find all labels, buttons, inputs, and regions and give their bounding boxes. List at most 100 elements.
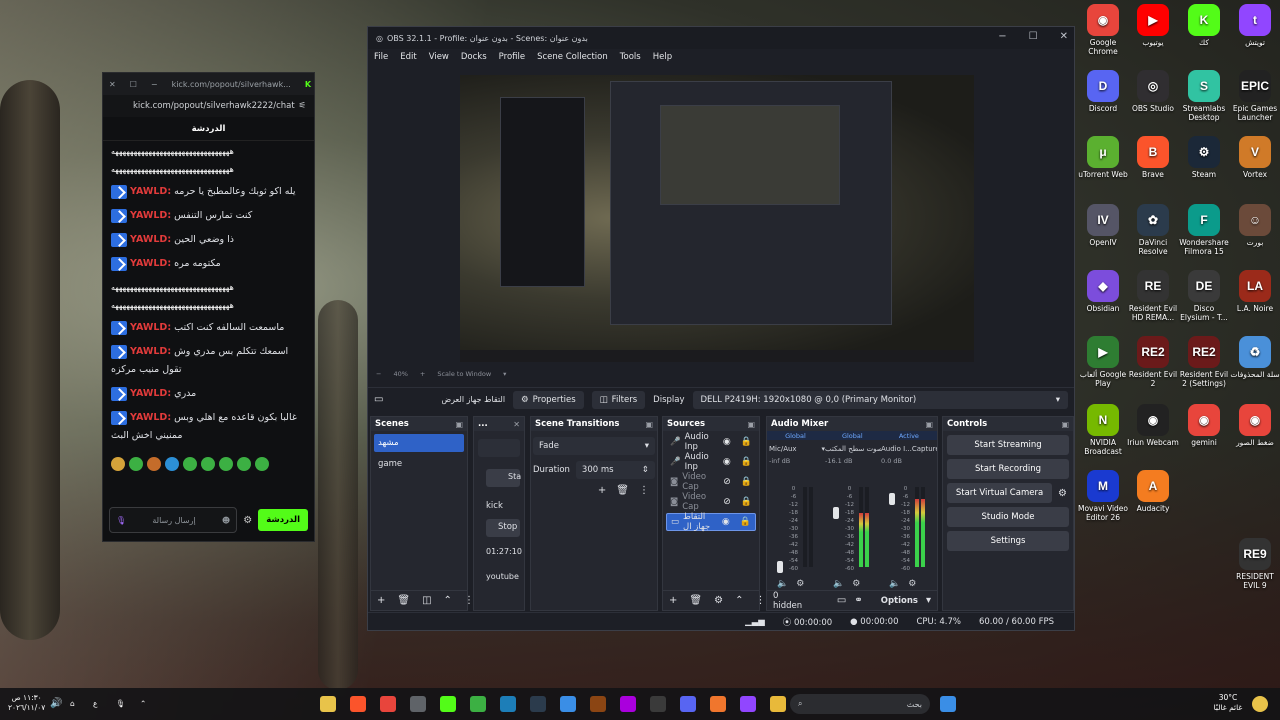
desktop-shortcut[interactable]: RE2 Resident Evil 2 (Settings) [1178,336,1230,388]
stepper-icon[interactable]: ⇕ [642,465,649,475]
volume-slider[interactable] [889,493,895,505]
menu-item-docks[interactable]: Docks [461,52,487,62]
microphone-icon[interactable]: 🎙 [116,516,126,525]
eye-off-icon[interactable]: ⊘ [723,497,731,507]
chat-username[interactable]: YAWLD: [130,412,171,423]
lock-icon[interactable]: 🔒 [741,477,752,487]
filters-button[interactable]: ◫ Filters [591,390,646,409]
desktop-shortcut[interactable]: ◎ OBS Studio [1127,70,1179,113]
volume-slider[interactable] [833,506,839,519]
lock-icon[interactable]: 🔒 [741,437,752,447]
start-streaming-button[interactable]: Start Streaming [947,435,1069,455]
desktop-shortcut[interactable]: μ uTorrent Web [1077,136,1129,179]
menu-item-scene-collection[interactable]: Scene Collection [537,52,608,62]
stream-dock-field[interactable] [478,439,520,457]
source-item[interactable]: 🎤 Audio Inp ◉ 🔒 [666,452,756,472]
chat-username[interactable]: YAWLD: [130,258,171,269]
desktop-shortcut[interactable]: F Wondershare Filmora 15 [1178,204,1230,256]
close-icon[interactable]: ✕ [1060,31,1068,42]
source-item[interactable]: ◙ Video Cap ⊘ 🔒 [666,492,756,512]
desktop-shortcut[interactable]: M Movavi Video Editor 26 [1077,470,1129,522]
chat-message-input[interactable]: 🎙 إرسال رسالة ☻ [109,507,238,533]
taskbar-app-icon[interactable] [560,696,576,712]
desktop-shortcut[interactable]: ♻ سلة المحذوفات [1229,336,1280,379]
taskbar-app-icon[interactable] [350,696,366,712]
lock-icon[interactable]: 🔒 [741,497,752,507]
weather-widget[interactable]: 30°C غائم غالبًا [1198,693,1258,713]
undock-icon[interactable]: ▣ [747,420,755,429]
options-button[interactable]: Options [881,596,918,606]
desktop-shortcut[interactable]: ▶ ألعاب Google Play [1077,336,1129,388]
chevron-up-icon[interactable]: ⌃ [735,595,743,606]
desktop-shortcut[interactable]: B Brave [1127,136,1179,179]
chat-username[interactable]: YAWLD: [130,322,171,333]
desktop-shortcut[interactable]: ◉ gemini [1178,404,1230,447]
add-icon[interactable]: + [598,485,606,496]
link-icon[interactable]: ⚭ [854,595,862,606]
mixer-tab[interactable]: Global [785,432,806,440]
stop-button[interactable]: Stop [486,519,520,537]
desktop-shortcut[interactable]: ▶ يوتيوب [1127,4,1179,47]
desktop-shortcut[interactable]: N NVIDIA Broadcast [1077,404,1129,456]
desktop-shortcut[interactable]: EPIC Epic Games Launcher [1229,70,1280,122]
taskbar-app-icon[interactable] [740,696,756,712]
undock-icon[interactable]: ▣ [925,420,933,429]
add-icon[interactable]: + [377,595,385,606]
taskbar-app-icon[interactable] [710,696,726,712]
gear-icon[interactable]: ⚙ [1058,488,1067,499]
lock-icon[interactable]: 🔒 [741,457,752,467]
minimize-icon[interactable]: − [998,31,1006,42]
chevron-down-icon[interactable]: ▾ [503,370,506,378]
desktop-shortcut[interactable]: ☺ بورت [1229,204,1280,247]
volume-icon[interactable]: 🔊 [50,699,62,709]
settings-icon[interactable]: ⚟ [298,101,306,111]
desktop-shortcut[interactable]: RE9 RESIDENT EVIL 9 [1229,538,1280,590]
menu-item-view[interactable]: View [429,52,449,62]
clock[interactable]: ١١:٣٠ ص ٢٠٢٦/١١/٠٧ [8,693,45,713]
desktop-shortcut[interactable]: ◉ Iriun Webcam [1127,404,1179,447]
transition-select[interactable]: Fade ▾ [533,437,655,455]
taskbar-app-icon[interactable] [770,696,786,712]
undock-icon[interactable]: ▣ [1061,420,1069,429]
start-button[interactable]: Sta [486,469,521,487]
desktop-shortcut[interactable]: ✿ DaVinci Resolve [1127,204,1179,256]
gear-icon[interactable]: ⚙ [243,515,252,526]
taskbar-app-icon[interactable] [380,696,396,712]
zoom-in-icon[interactable]: + [420,370,425,378]
chat-username[interactable]: YAWLD: [130,186,171,197]
taskbar-app-icon[interactable] [620,696,636,712]
trash-icon[interactable]: 🗑 [689,595,702,606]
taskbar-app-icon[interactable] [410,696,426,712]
desktop-shortcut[interactable]: D Discord [1077,70,1129,113]
emote-icon[interactable] [183,457,197,471]
source-item[interactable]: ▭ التقاط جهاز ال ◉ 🔒 [666,512,756,532]
mixer-tab[interactable]: Global [842,432,863,440]
undock-icon[interactable]: ▣ [455,420,463,429]
volume-slider[interactable] [777,561,783,573]
eye-off-icon[interactable]: ⊘ [723,477,731,487]
muted-speaker-icon[interactable]: 🔈 [777,579,788,589]
chevron-down-icon[interactable]: ▾ [926,595,931,606]
chevron-up-icon[interactable]: ⌃ [140,699,146,709]
more-icon[interactable]: ⋮ [755,595,765,606]
chat-address-bar[interactable]: kick.com/popout/silverhawk2222/chat ⚟ [103,95,314,117]
menu-item-tools[interactable]: Tools [620,52,641,62]
scene-item[interactable]: game [374,455,464,473]
studio-mode-button[interactable]: Studio Mode [947,507,1069,527]
taskbar-app-icon[interactable] [590,696,606,712]
emote-icon[interactable] [237,457,251,471]
eye-icon[interactable]: ◉ [722,517,730,527]
chat-send-button[interactable]: الدردشة [258,509,308,531]
emote-icon[interactable] [219,457,233,471]
gear-icon[interactable]: ⚙ [714,595,723,606]
source-item[interactable]: 🎤 Audio Inp ◉ 🔒 [666,432,756,452]
start-icon[interactable] [940,696,956,712]
close-icon[interactable]: ✕ [109,80,116,89]
emote-icon[interactable] [165,457,179,471]
layout-icon[interactable]: ▭ [837,595,846,606]
microphone-icon[interactable]: 🎙 [116,699,126,709]
taskbar-app-icon[interactable] [440,696,456,712]
duration-input[interactable]: 300 ms ⇕ [575,461,655,479]
desktop-shortcut[interactable]: ⚙ Steam [1178,136,1230,179]
desktop-shortcut[interactable]: ◆ Obsidian [1077,270,1129,313]
